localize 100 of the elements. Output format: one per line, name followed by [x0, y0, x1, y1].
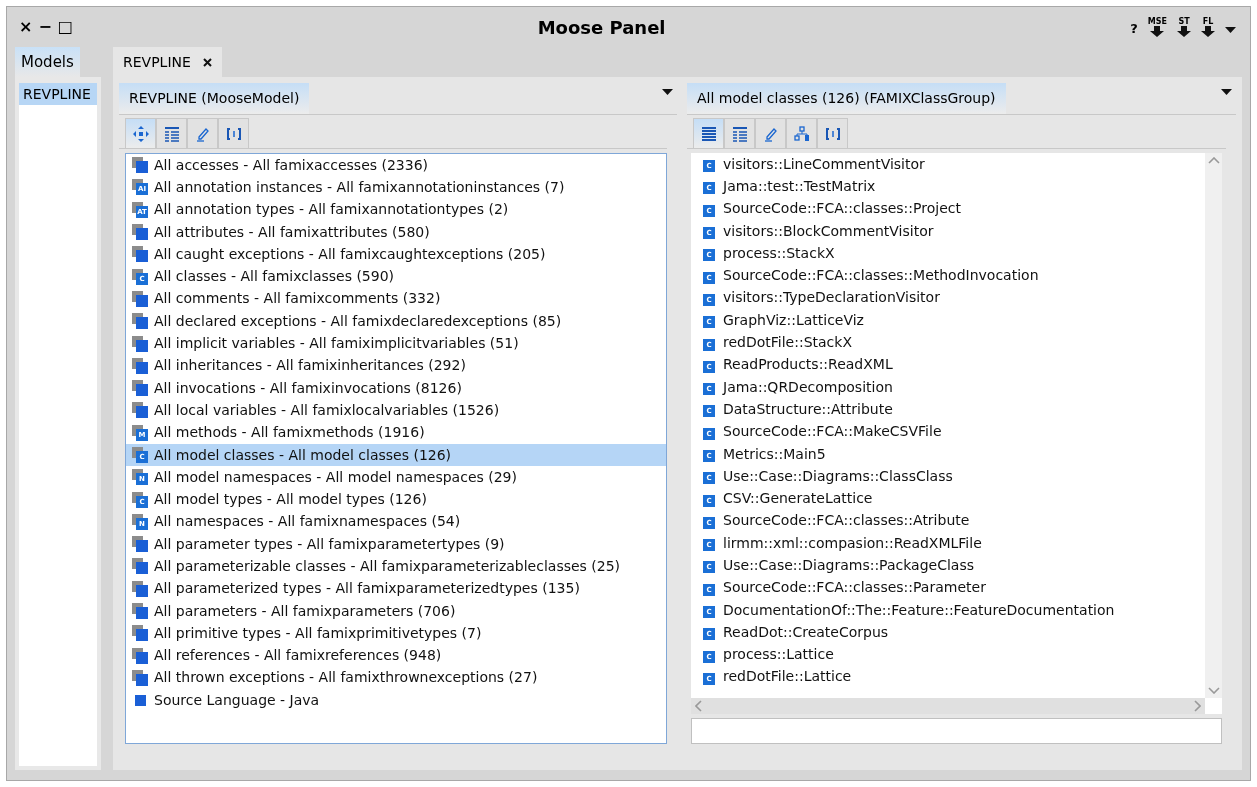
list-item[interactable]: All local variables - All famixlocalvariables (1526): [126, 399, 666, 422]
tab[interactable]: Models: [15, 47, 80, 77]
item-label: All classes - All famixclasses (590): [154, 267, 395, 287]
item-label: All model classes - All model classes (126): [154, 445, 452, 465]
list-item[interactable]: Source Language - Java: [126, 689, 666, 712]
view-tab[interactable]: [156, 118, 187, 148]
item-label: All annotation types - All famixannotationtypes (2): [154, 200, 509, 220]
maximize-button[interactable]: □: [57, 19, 73, 35]
view-tab[interactable]: [817, 118, 848, 148]
item-label: CSV::GenerateLattice: [723, 489, 873, 509]
item-label: All annotation instances - All famixannotationinstances (7): [154, 177, 565, 197]
export-button[interactable]: ST: [1177, 17, 1191, 37]
group-icon: [132, 313, 148, 330]
item-label: GraphViz::LatticeViz: [723, 310, 864, 330]
item-label: All inheritances - All famixinheritances (292): [154, 356, 466, 376]
window-title: Moose Panel: [537, 15, 666, 40]
item-label: Metrics::Main5: [723, 444, 826, 464]
list-item[interactable]: All attributes - All famixattributes (580): [126, 220, 666, 244]
pane-tab[interactable]: REVPLINE (MooseModel): [119, 83, 310, 114]
pane-tab[interactable]: All model classes (126) (FAMIXClassGroup): [687, 83, 1006, 114]
item-label: All thrown exceptions - All famixthrownexceptions (27): [154, 668, 538, 688]
item-label: process::StackX: [723, 243, 835, 263]
item-label: All model namespaces - All model namespaces (29): [154, 467, 517, 487]
item-label: SourceCode::FCA::classes::Parameter: [723, 578, 986, 598]
list-item[interactable]: All parameterizable classes - All famixparameterizableclasses (25): [126, 555, 666, 578]
table-icon: [163, 125, 180, 142]
chevron-right-icon: [1194, 700, 1201, 712]
tab-label[interactable]: REVPLINE: [123, 51, 191, 73]
filter-field[interactable]: [691, 718, 1222, 744]
list-icon: [700, 125, 717, 142]
item-label: visitors::LineCommentVisitor: [723, 154, 925, 174]
item-label: All implicit variables - All famiximplicitvariables (51): [154, 334, 519, 353]
vertical-scrollbar[interactable]: [1205, 153, 1222, 698]
list-item[interactable]: All implicit variables - All famiximplicitvariables (51): [126, 332, 666, 355]
list-item[interactable]: All parameterized types - All famixparameterizedtypes (135): [126, 577, 666, 600]
group-icon: [132, 290, 148, 307]
list-item[interactable]: All declared exceptions - All famixdeclaredexceptions (85): [126, 310, 666, 333]
group-icon: [132, 647, 148, 664]
item-label: Use::Case::Diagrams::ClassClass: [723, 466, 953, 486]
dropdown-icon: [1225, 26, 1236, 33]
scrollbar-corner: [1205, 698, 1222, 714]
list-item[interactable]: All comments - All famixcomments (332): [126, 287, 666, 311]
list-item[interactable]: All references - All famixreferences (948): [126, 644, 666, 667]
minimize-button[interactable]: −: [38, 19, 52, 35]
list-item[interactable]: All accesses - All famixaccesses (2336): [126, 154, 666, 177]
item-label: lirmm::xml::compasion::ReadXMLFile: [723, 533, 982, 553]
item-label: Jama::test::TestMatrix: [723, 176, 876, 196]
item-label: All namespaces - All famixnamespaces (54): [154, 512, 461, 532]
item-label: All accesses - All famixaccesses (2336): [154, 155, 429, 175]
down-arrow-icon: [1177, 25, 1191, 37]
list-item[interactable]: All inheritances - All famixinheritances (292): [126, 354, 666, 377]
item-label: Jama::QRDecomposition: [723, 377, 893, 397]
brackets-icon: [824, 125, 841, 142]
view-tab[interactable]: [125, 118, 156, 148]
item-label: All methods - All famixmethods (1916): [154, 423, 425, 443]
view-tab[interactable]: [693, 118, 724, 148]
item-label: process::Lattice: [723, 645, 834, 665]
down-arrow-icon: [1201, 25, 1215, 37]
list-item[interactable]: All invocations - All famixinvocations (8126): [126, 376, 666, 400]
group-icon: [132, 402, 148, 419]
group-icon: [132, 380, 148, 397]
export-button[interactable]: FL: [1201, 17, 1215, 37]
group-icon: [132, 580, 148, 597]
dropdown-icon: [662, 89, 673, 95]
horizontal-scrollbar[interactable]: [691, 698, 1205, 714]
menu-button[interactable]: [1225, 26, 1236, 33]
group-icon: [132, 625, 148, 642]
item-label: redDotFile::Lattice: [723, 667, 852, 687]
view-tab[interactable]: [755, 118, 786, 148]
group-icon: [132, 335, 148, 352]
group-icon: [132, 157, 148, 174]
group-icon: [132, 669, 148, 686]
group-icon: [132, 536, 148, 553]
close-button[interactable]: ×: [19, 19, 33, 35]
item-label: All parameterized types - All famixparameterizedtypes (135): [154, 579, 580, 599]
list-item[interactable]: All caught exceptions - All famixcaughtexceptions (205): [126, 243, 666, 266]
group-icon: [132, 224, 148, 241]
list-item[interactable]: All parameters - All famixparameters (706): [126, 599, 666, 623]
item-label: All invocations - All famixinvocations (8126): [154, 378, 462, 398]
tree-icon: [793, 125, 810, 142]
help-button[interactable]: ?: [1130, 21, 1138, 35]
menu-button[interactable]: [662, 89, 673, 95]
item-label: DataStructure::Attribute: [723, 399, 893, 419]
item-label: Use::Case::Diagrams::PackageClass: [723, 556, 974, 575]
model-item[interactable]: REVPLINE: [19, 83, 97, 105]
list-item[interactable]: All thrown exceptions - All famixthrownexceptions (27): [126, 666, 666, 690]
view-tab[interactable]: [724, 118, 755, 148]
item-label: Source Language - Java: [154, 690, 320, 710]
export-button[interactable]: MSE: [1147, 17, 1167, 37]
list-item[interactable]: All parameter types - All famixparametertypes (9): [126, 533, 666, 556]
tab[interactable]: REVPLINE: [113, 47, 222, 77]
view-tab[interactable]: [786, 118, 817, 148]
item-label: All local variables - All famixlocalvariables (1526): [154, 400, 500, 420]
view-tab[interactable]: [218, 118, 249, 148]
list-item[interactable]: All primitive types - All famixprimitivetypes (7): [126, 622, 666, 645]
chevron-down-icon: [1207, 687, 1220, 694]
view-tab[interactable]: [187, 118, 218, 148]
down-arrow-icon: [1150, 25, 1165, 37]
item-label: SourceCode::FCA::MakeCSVFile: [723, 422, 942, 442]
menu-button[interactable]: [1221, 89, 1232, 95]
